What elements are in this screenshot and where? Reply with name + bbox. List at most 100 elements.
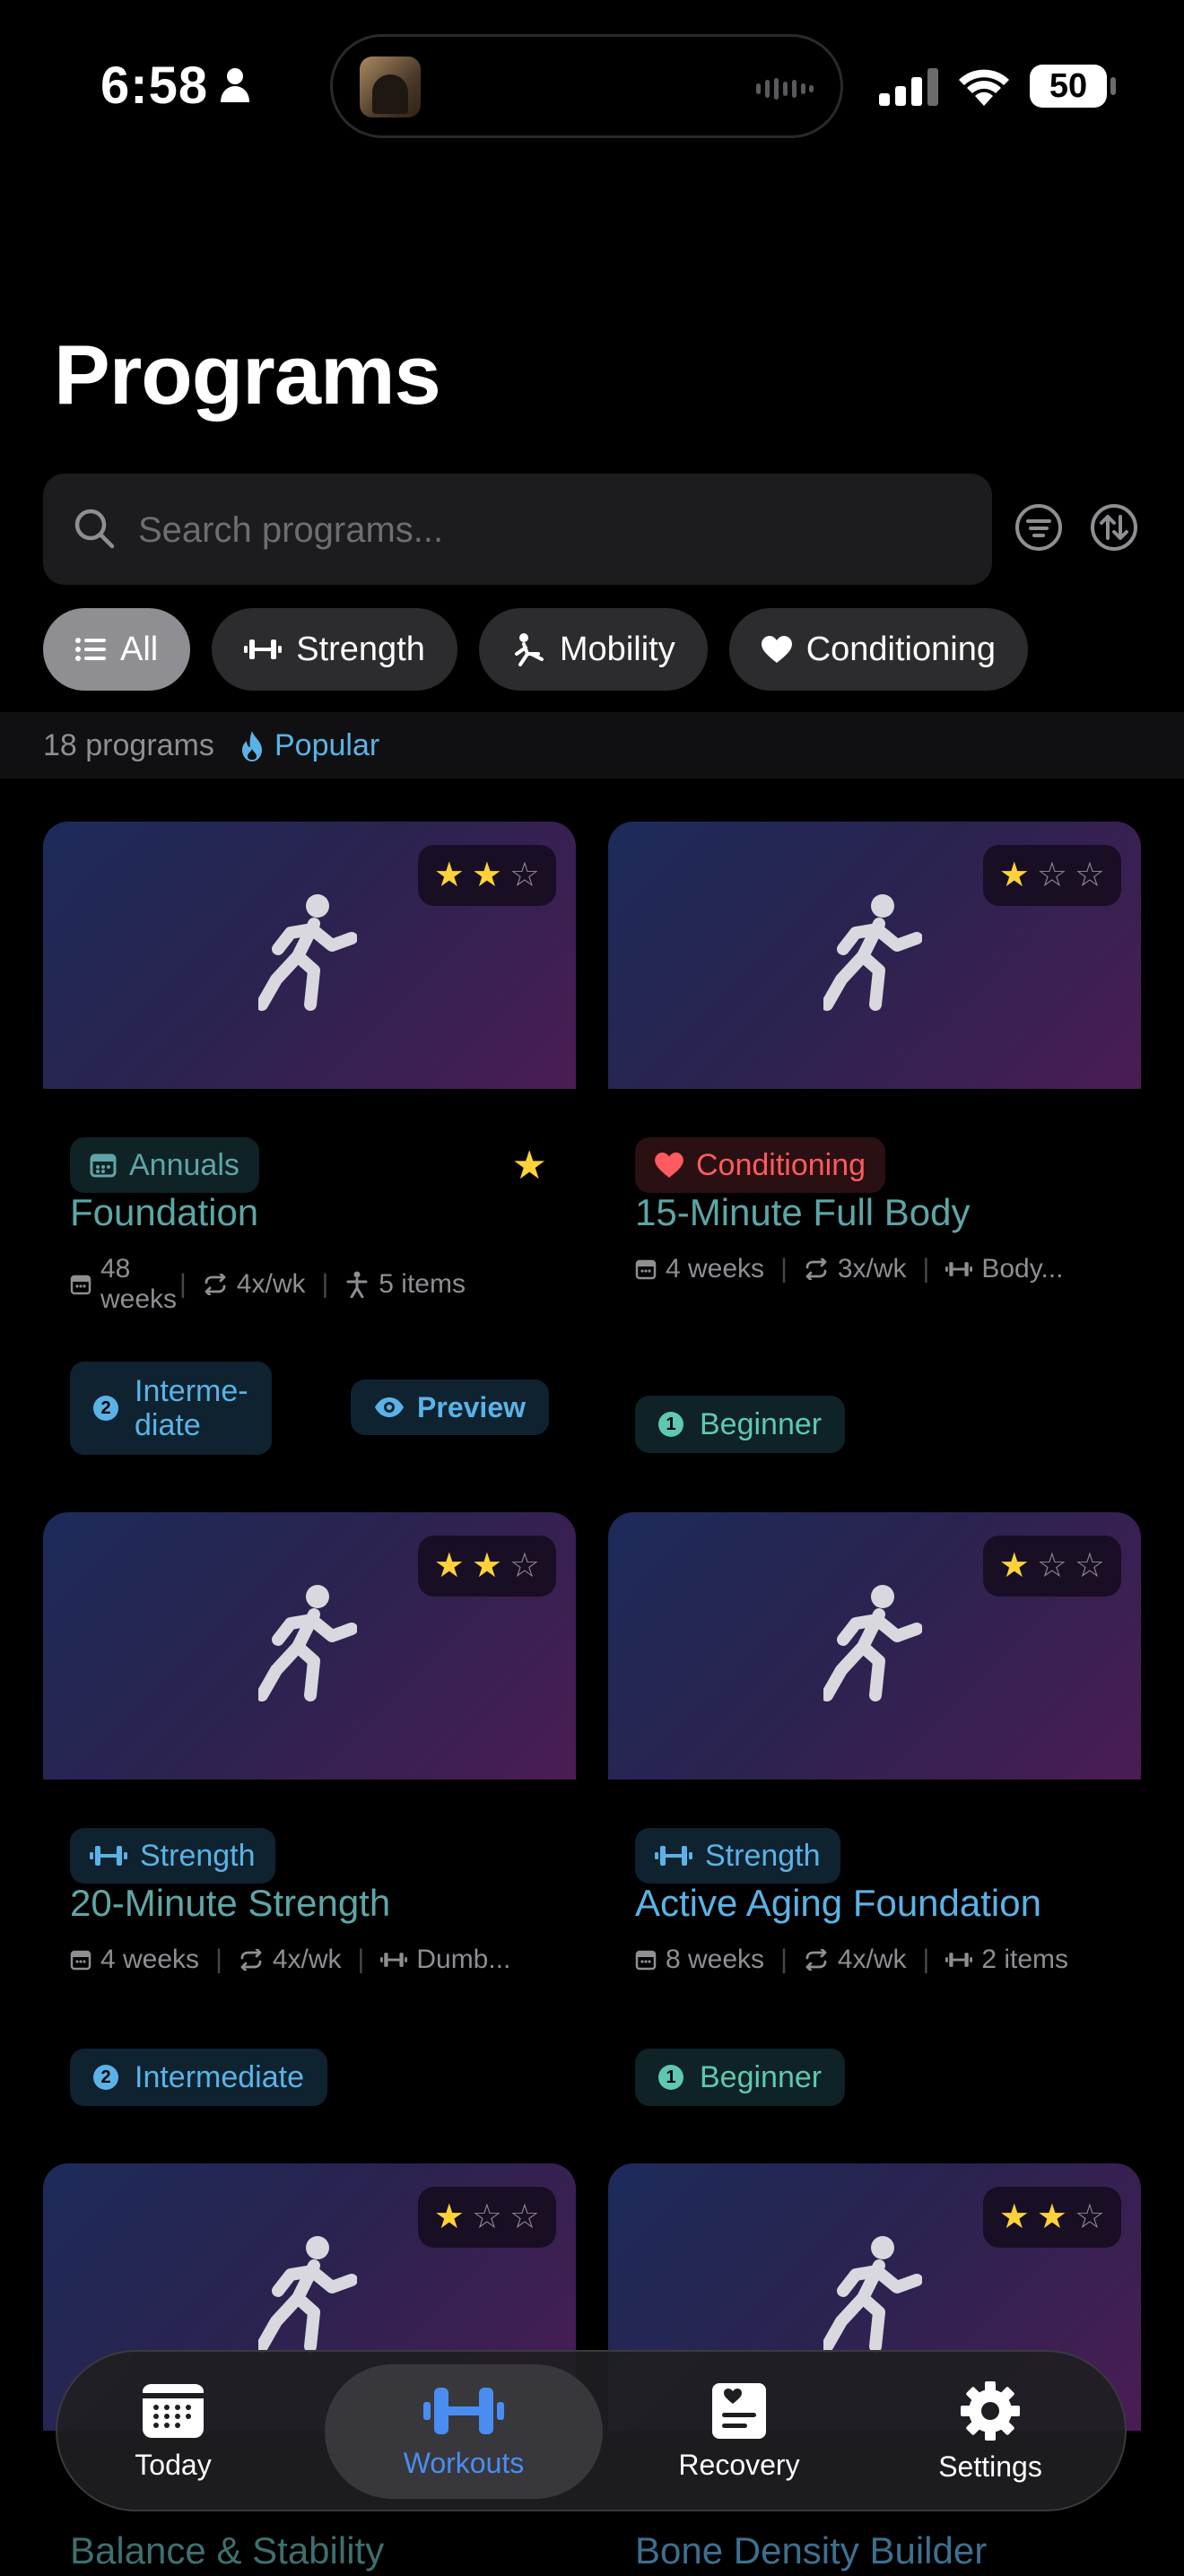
dumbbell-small-icon	[945, 1953, 973, 1967]
program-card[interactable]: ★ ☆ ☆ Conditioning 15-Minute Full Body 4 w…	[608, 822, 1141, 1467]
repeat-icon	[805, 1258, 827, 1280]
eye-icon	[375, 1397, 405, 1417]
calendar-small-icon	[635, 1950, 657, 1971]
stat-duration: 4 weeks	[70, 1945, 199, 1975]
difficulty-stars: ★ ★ ☆	[982, 2187, 1121, 2248]
running-figure-icon	[823, 2236, 922, 2353]
star-icon: ☆	[1074, 857, 1105, 894]
calendar-icon	[143, 2383, 204, 2438]
search-box[interactable]	[43, 474, 992, 585]
calendar-small-icon	[70, 1275, 91, 1295]
card-hero: ★ ☆ ☆	[608, 822, 1141, 1089]
program-stats: 4 weeks | 3x/wk | Body...	[635, 1254, 1119, 1284]
stretch-icon	[514, 633, 544, 666]
tab-recovery[interactable]: Recovery	[649, 2364, 829, 2499]
dumbbell-icon	[244, 640, 283, 659]
category-tag: Conditioning	[635, 1137, 886, 1193]
tab-settings[interactable]: Settings	[910, 2364, 1071, 2499]
chip-mobility[interactable]: Mobility	[478, 608, 708, 691]
star-icon: ☆	[1074, 2198, 1105, 2236]
repeat-icon	[805, 1949, 827, 1971]
program-stats: 4 weeks | 4x/wk | Dumb...	[70, 1945, 554, 1975]
tab-today[interactable]: Today	[93, 2364, 253, 2499]
tab-bar: Today Workouts Recovery Settings	[56, 2350, 1127, 2511]
difficulty-stars: ★ ☆ ☆	[417, 2187, 556, 2248]
star-icon: ☆	[1036, 1547, 1067, 1585]
stat-frequency: 4x/wk	[804, 1945, 907, 1975]
chip-label: Conditioning	[805, 630, 996, 668]
program-title: Foundation	[70, 1191, 259, 1233]
running-figure-icon	[823, 894, 922, 1011]
difficulty-stars: ★ ☆ ☆	[982, 1536, 1121, 1597]
clipboard-heart-icon	[712, 2382, 766, 2439]
stat-equipment: 2 items	[945, 1945, 1068, 1975]
heart-icon	[655, 1153, 683, 1178]
card-hero: ★ ★ ☆	[43, 1512, 576, 1780]
star-icon: ★	[998, 2198, 1030, 2236]
program-card[interactable]: ★ ★ ☆ Strength 20-Minute Strength 4 weeks …	[43, 1512, 576, 2106]
star-icon: ☆	[509, 857, 540, 894]
calendar-small-icon	[70, 1950, 91, 1971]
filter-icon[interactable]	[1014, 502, 1064, 553]
program-title: Active Aging Foundation	[635, 1882, 1041, 1924]
stat-duration: 48 weeks	[70, 1254, 177, 1315]
stat-frequency: 4x/wk	[239, 1945, 342, 1975]
star-icon: ☆	[471, 2198, 502, 2236]
person-icon	[221, 68, 249, 102]
program-stats: 8 weeks | 4x/wk | 2 items	[635, 1945, 1119, 1975]
program-card[interactable]: ★ ★ ☆ Annuals ★ Foundation 48 weeks | 4x/w…	[43, 822, 576, 1467]
dynamic-island[interactable]	[330, 34, 843, 138]
star-icon: ☆	[1074, 1547, 1105, 1585]
preview-button[interactable]: Preview	[351, 1379, 549, 1435]
album-art	[360, 57, 421, 117]
chip-strength[interactable]: Strength	[212, 608, 457, 691]
stat-frequency: 3x/wk	[804, 1254, 907, 1284]
page-title: Programs	[54, 327, 441, 422]
sort-popular[interactable]: Popular	[240, 728, 379, 763]
favorite-star-icon[interactable]: ★	[512, 1143, 547, 1188]
card-hero: ★ ☆ ☆	[608, 1512, 1141, 1780]
battery-nub	[1110, 77, 1116, 95]
list-icon	[75, 638, 106, 661]
star-icon: ☆	[509, 2198, 540, 2236]
chip-all[interactable]: All	[43, 608, 191, 691]
category-tag: Strength	[70, 1828, 275, 1884]
stat-equipment: Dumb...	[380, 1945, 510, 1975]
tab-workouts[interactable]: Workouts	[325, 2364, 603, 2499]
program-title: 20-Minute Strength	[70, 1882, 391, 1924]
stat-equipment: 5 items	[344, 1269, 466, 1300]
cellular-signal-icon	[879, 68, 938, 106]
search-icon	[74, 509, 115, 549]
stat-duration: 4 weeks	[635, 1254, 764, 1284]
flame-icon	[242, 730, 262, 761]
running-figure-icon	[258, 894, 357, 1011]
stat-frequency: 4x/wk	[203, 1269, 305, 1300]
sort-icon[interactable]	[1089, 502, 1139, 553]
program-count: 18 programs	[43, 728, 214, 762]
program-card[interactable]: ★ ☆ ☆ Strength Active Aging Foundation 8 w…	[608, 1512, 1141, 2106]
difficulty-stars: ★ ☆ ☆	[982, 845, 1121, 906]
wifi-icon	[959, 69, 1009, 106]
star-icon: ★	[433, 1547, 465, 1585]
star-icon: ★	[998, 857, 1030, 894]
running-figure-icon	[823, 1585, 922, 1701]
repeat-icon	[205, 1274, 226, 1295]
dumbbell-icon	[90, 1846, 127, 1866]
results-summary-bar: 18 programs Popular	[0, 712, 1184, 779]
star-icon: ★	[1036, 2198, 1067, 2236]
search-input[interactable]	[136, 500, 947, 560]
card-hero: ★ ★ ☆	[43, 822, 576, 1089]
gear-icon	[961, 2380, 1020, 2441]
dumbbell-small-icon	[380, 1953, 408, 1967]
dumbbell-icon	[655, 1846, 692, 1866]
audio-waveform-icon	[756, 78, 814, 100]
chip-conditioning[interactable]: Conditioning	[728, 608, 1028, 691]
chip-label: All	[120, 630, 159, 668]
calendar-small-icon	[635, 1259, 657, 1280]
repeat-icon	[240, 1949, 262, 1971]
category-tag: Strength	[635, 1828, 840, 1884]
star-icon: ★	[471, 1547, 502, 1585]
star-icon: ★	[433, 2198, 465, 2236]
difficulty-stars: ★ ★ ☆	[417, 1536, 556, 1597]
program-title: 15-Minute Full Body	[635, 1191, 971, 1233]
